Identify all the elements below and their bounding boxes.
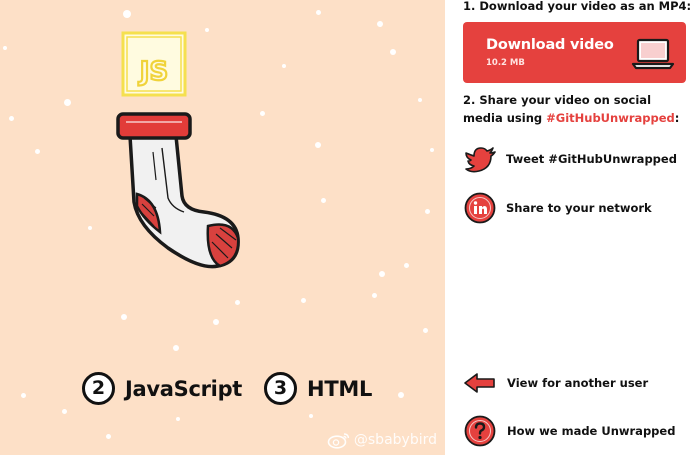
share-step-heading: 2. Share your video on social media usin… xyxy=(463,91,688,127)
snowflake xyxy=(315,9,321,15)
snowflake xyxy=(371,292,377,298)
tweet-button[interactable]: Tweet #GitHubUnwrapped xyxy=(463,142,677,176)
weibo-logo-icon xyxy=(327,433,350,449)
arrow-left-icon xyxy=(464,373,495,393)
snowflake xyxy=(430,148,434,152)
snowflake xyxy=(377,21,383,27)
tweet-label: Tweet #GitHubUnwrapped xyxy=(506,152,677,166)
snowflake xyxy=(20,392,26,398)
snowflake xyxy=(398,392,404,398)
snowflake xyxy=(121,314,127,320)
download-step-heading: 1. Download your video as an MP4: xyxy=(463,0,690,13)
snowflake xyxy=(8,115,14,121)
weibo-watermark: @sbabybird xyxy=(327,431,437,449)
download-button-label: Download video xyxy=(486,37,614,53)
linkedin-icon xyxy=(464,192,496,224)
snowflake xyxy=(123,10,131,18)
view-another-user-label: View for another user xyxy=(507,376,649,390)
snowflake xyxy=(176,417,180,421)
video-preview: JS 2 JavaScript 3 HTML @sbabybird xyxy=(0,0,445,455)
snowflake xyxy=(259,110,265,116)
hashtag-text: #GitHubUnwrapped xyxy=(546,111,675,125)
javascript-logo-icon: JS xyxy=(121,31,187,97)
snowflake xyxy=(173,345,179,351)
laptop-icon xyxy=(631,38,675,70)
language-rank-badge: 2 xyxy=(82,372,115,405)
snowflake xyxy=(418,98,422,102)
snowflake xyxy=(61,408,67,414)
snowflake xyxy=(88,226,92,230)
snowflake xyxy=(379,271,385,277)
snowflake xyxy=(3,46,7,50)
language-item: 2 JavaScript xyxy=(82,372,242,405)
snowflake xyxy=(390,49,396,55)
language-item: 3 HTML xyxy=(264,372,372,405)
language-name: JavaScript xyxy=(125,376,243,401)
snowflake xyxy=(320,197,326,203)
snowflake xyxy=(205,28,209,32)
snowflake xyxy=(234,299,240,305)
christmas-sock-icon xyxy=(116,112,240,269)
snowflake xyxy=(315,142,321,148)
snowflake xyxy=(309,414,313,418)
snowflake xyxy=(105,433,111,439)
snowflake xyxy=(213,319,219,325)
file-size-label: 10.2 MB xyxy=(486,58,525,68)
language-name: HTML xyxy=(307,376,373,401)
snowflake xyxy=(300,297,306,303)
snowflake xyxy=(63,98,71,106)
linkedin-share-label: Share to your network xyxy=(506,201,652,215)
snowflake xyxy=(422,327,428,333)
snowflake xyxy=(282,64,286,68)
download-video-button[interactable]: Download video 10.2 MB xyxy=(463,22,686,83)
share-step-suffix: : xyxy=(674,111,680,125)
snowflake xyxy=(403,262,409,268)
watermark-text: @sbabybird xyxy=(353,432,437,448)
how-we-made-label: How we made Unwrapped xyxy=(507,424,676,438)
how-we-made-link[interactable]: How we made Unwrapped xyxy=(463,414,675,448)
share-panel: 1. Download your video as an MP4: Downlo… xyxy=(463,0,690,455)
snowflake xyxy=(424,208,430,214)
twitter-bird-icon xyxy=(465,147,496,173)
linkedin-share-button[interactable]: Share to your network xyxy=(463,191,652,225)
question-mark-icon xyxy=(464,415,496,447)
view-another-user-link[interactable]: View for another user xyxy=(463,366,648,400)
snowflake xyxy=(34,148,40,154)
language-rank-badge: 3 xyxy=(264,372,298,405)
top-languages: 2 JavaScript 3 HTML xyxy=(82,372,394,405)
javascript-logo-text: JS xyxy=(138,57,168,87)
